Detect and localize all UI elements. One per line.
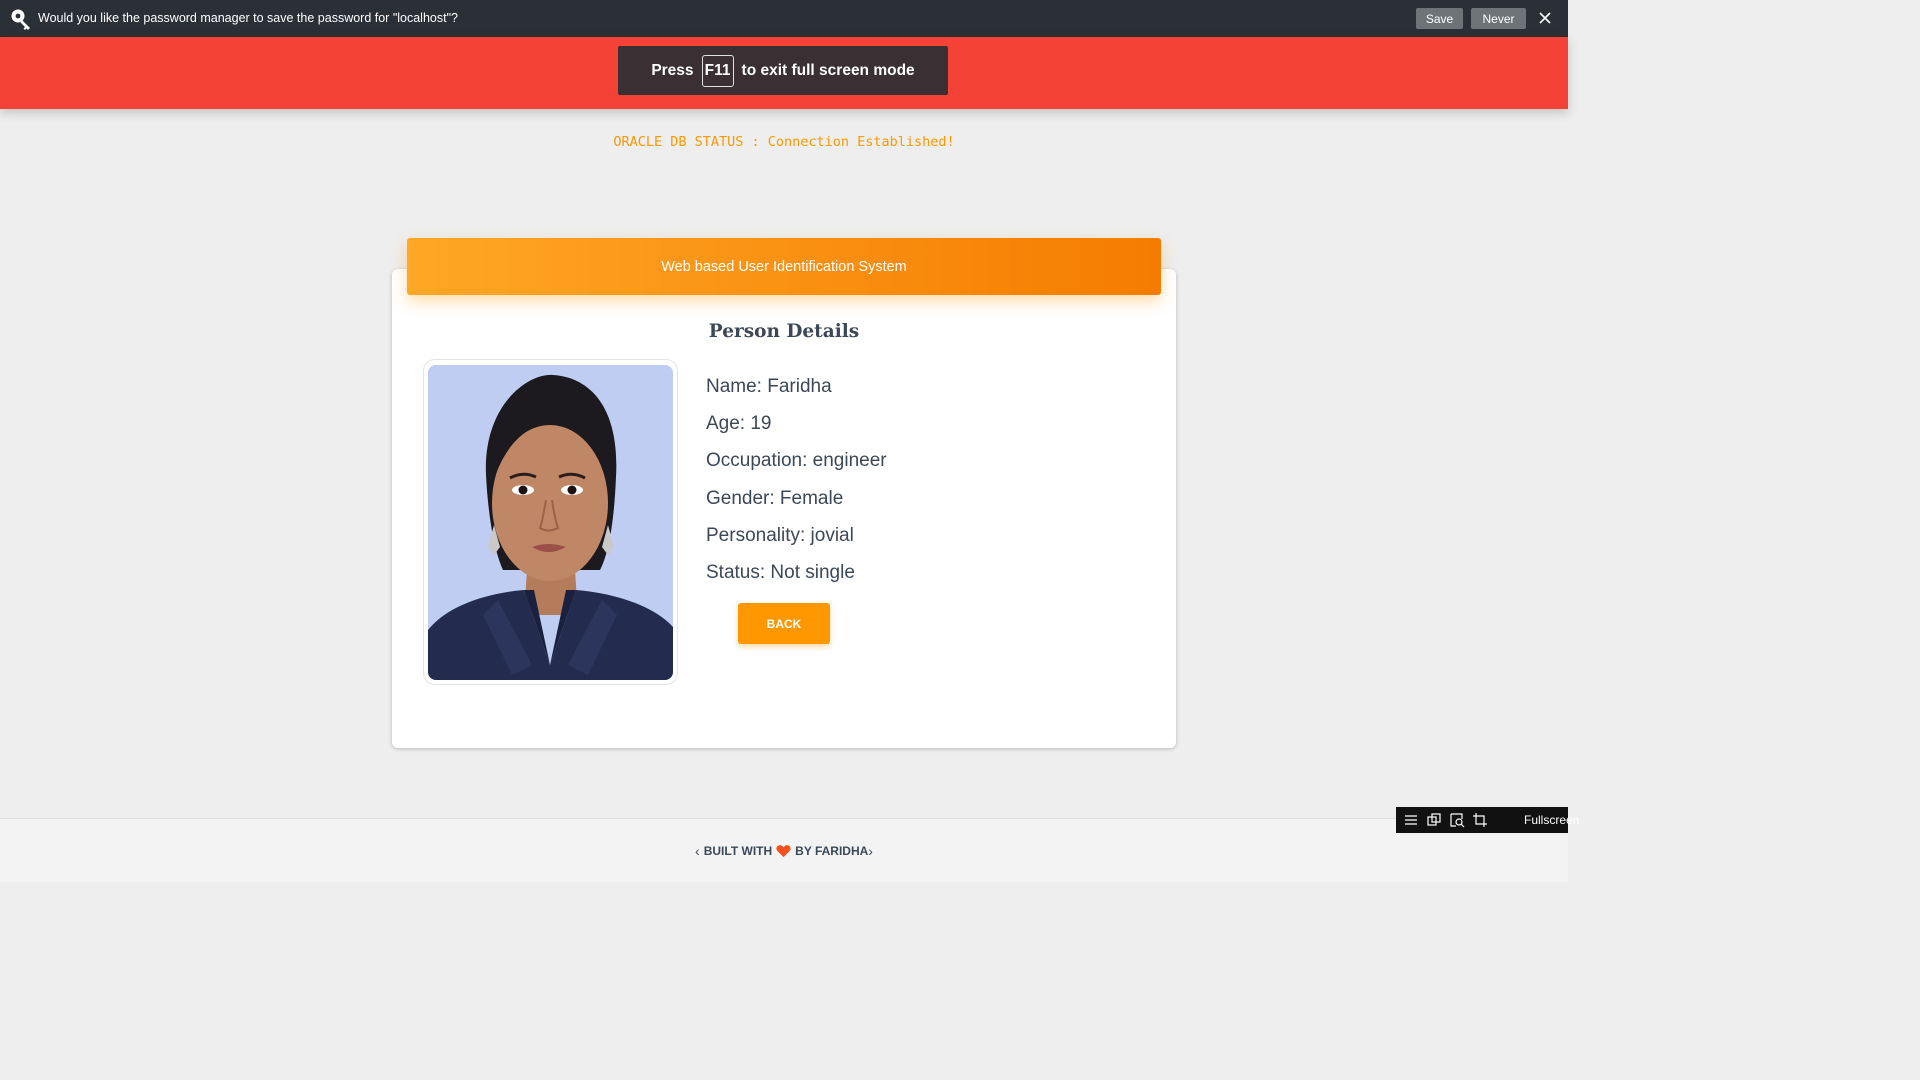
password-manager-message: Would you like the password manager to s… bbox=[38, 11, 458, 25]
heart-icon bbox=[776, 845, 791, 858]
key-icon bbox=[11, 9, 30, 30]
person-photo bbox=[428, 365, 673, 680]
footer-credit: ‹ BUILT WITH BY FARIDHA › bbox=[0, 843, 1568, 859]
card-header: Web based User Identification System bbox=[407, 238, 1161, 295]
fullscreen-label[interactable]: Fullscreen bbox=[1524, 813, 1579, 827]
person-photo-illustration bbox=[428, 365, 673, 680]
footer-left-chevron: ‹ bbox=[695, 843, 700, 859]
toast-suffix-text: to exit full screen mode bbox=[741, 61, 915, 79]
footer-author: BY FARIDHA bbox=[795, 844, 869, 858]
zoom-region-icon[interactable] bbox=[1449, 812, 1465, 828]
toast-press-text: Press bbox=[651, 61, 694, 79]
db-status-text: ORACLE DB STATUS : Connection Establishe… bbox=[613, 134, 955, 150]
fullscreen-widget: Fullscreen bbox=[1396, 807, 1579, 833]
windows-icon[interactable] bbox=[1426, 812, 1442, 828]
fullscreen-exit-toast: Press F11 to exit full screen mode bbox=[618, 46, 948, 95]
footer-built-with: BUILT WITH bbox=[703, 844, 773, 858]
detail-age: Age: 19 bbox=[706, 413, 772, 434]
detail-gender: Gender: Female bbox=[706, 488, 844, 509]
menu-icon[interactable] bbox=[1403, 812, 1419, 828]
footer-right-chevron: › bbox=[868, 843, 873, 859]
f11-key: F11 bbox=[701, 54, 734, 87]
detail-personality: Personality: jovial bbox=[706, 525, 854, 546]
crop-icon[interactable] bbox=[1472, 812, 1488, 828]
password-manager-bar: Would you like the password manager to s… bbox=[0, 0, 1568, 37]
page-title: Person Details bbox=[708, 321, 860, 342]
back-button[interactable]: BACK bbox=[738, 603, 830, 644]
close-icon[interactable] bbox=[1537, 9, 1553, 27]
detail-occupation: Occupation: engineer bbox=[706, 450, 887, 471]
save-password-button[interactable]: Save bbox=[1416, 8, 1463, 29]
never-save-button[interactable]: Never bbox=[1471, 8, 1526, 29]
detail-name: Name: Faridha bbox=[706, 376, 832, 397]
detail-status: Status: Not single bbox=[706, 562, 855, 583]
